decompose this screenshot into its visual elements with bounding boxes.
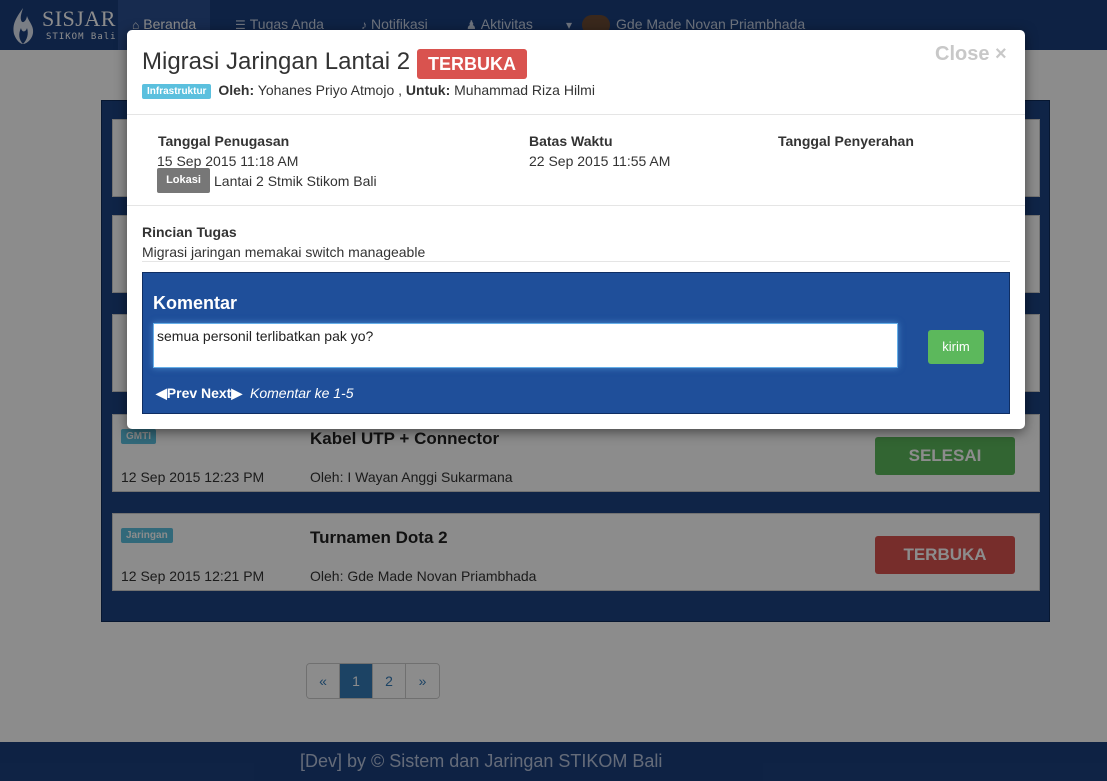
comment-prev-button[interactable]: ◀Prev (156, 385, 197, 402)
next-label: Next (201, 385, 232, 401)
details-label: Rincian Tugas (142, 224, 237, 240)
location-value: Lantai 2 Stmik Stikom Bali (214, 173, 377, 189)
divider (142, 261, 1010, 262)
caret-right-icon: ▶ (231, 385, 243, 401)
task-meta: Infrastruktur Oleh: Yohanes Priyo Atmojo… (142, 82, 595, 99)
details-text: Migrasi jaringan memakai switch manageab… (142, 244, 426, 260)
prev-label: Prev (166, 385, 198, 401)
oleh-label: Oleh: (218, 82, 255, 98)
modal-title: Migrasi Jaringan Lantai 2 (142, 48, 411, 75)
status-badge: TERBUKA (417, 49, 527, 79)
assignment-date-label: Tanggal Penugasan (158, 133, 290, 149)
send-button[interactable]: kirim (928, 330, 984, 364)
location-label: Lokasi (157, 168, 210, 193)
meta-separator: , (398, 82, 403, 98)
divider (127, 114, 1025, 115)
caret-left-icon: ◀ (156, 385, 167, 401)
comment-title: Komentar (153, 293, 238, 313)
divider (127, 205, 1025, 206)
comment-input[interactable]: semua personil terlibatkan pak yo? (153, 323, 898, 368)
comment-range-info: Komentar ke 1-5 (250, 385, 354, 401)
deadline-label: Batas Waktu (529, 133, 613, 149)
task-detail-modal: Migrasi Jaringan Lantai 2 TERBUKA Close … (127, 30, 1025, 429)
category-label: Infrastruktur (142, 84, 212, 99)
close-button[interactable]: Close × (935, 43, 1007, 66)
comment-panel: Komentar semua personil terlibatkan pak … (142, 272, 1010, 414)
comment-next-button[interactable]: Next▶ (201, 385, 242, 402)
deadline-value: 22 Sep 2015 11:55 AM (529, 153, 671, 169)
author-name: Yohanes Priyo Atmojo (257, 82, 395, 98)
untuk-label: Untuk: (405, 82, 451, 98)
assignee-name: Muhammad Riza Hilmi (454, 82, 595, 98)
assignment-date: 15 Sep 2015 11:18 AM (157, 153, 299, 169)
submission-date-label: Tanggal Penyerahan (778, 133, 914, 149)
